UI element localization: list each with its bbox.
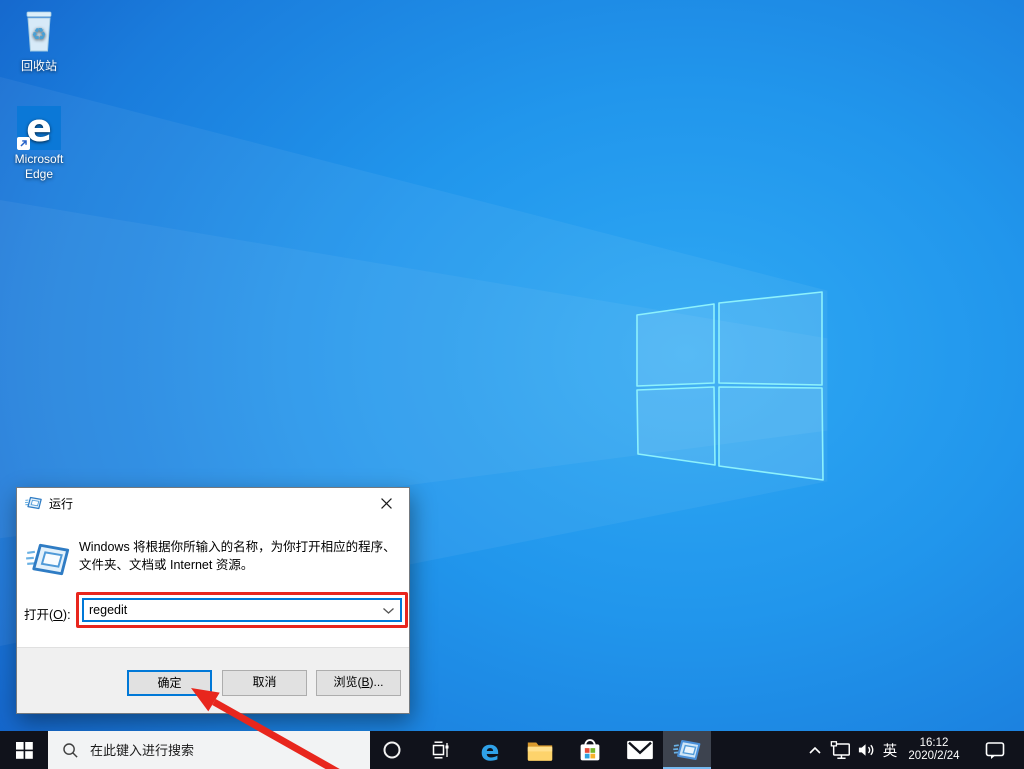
run-icon-taskbar — [673, 739, 701, 761]
run-dialog-footer: 确定 取消 浏览(B)... — [17, 647, 409, 713]
taskbar-search-box[interactable] — [48, 731, 370, 769]
browse-label-prefix: 浏览( — [333, 675, 361, 689]
clock-date: 2020/2/24 — [908, 750, 959, 764]
shortcut-arrow-icon — [18, 138, 29, 149]
search-input[interactable] — [90, 743, 370, 758]
run-dialog-description: Windows 将根据你所输入的名称，为你打开相应的程序、 文件夹、文档或 In… — [79, 539, 404, 574]
volume-tray-button[interactable] — [854, 731, 879, 769]
browse-label-suffix: )... — [370, 675, 384, 689]
store-icon — [575, 735, 605, 765]
description-line1: Windows 将根据你所输入的名称，为你打开相应的程序、 — [79, 539, 404, 557]
mail-button[interactable] — [616, 731, 664, 769]
clock-time: 16:12 — [920, 737, 949, 751]
screen: ♻ 回收站 e Microsoft Edge 运行 — [0, 0, 1024, 769]
browse-label-mnemonic: B — [361, 675, 369, 689]
file-explorer-icon — [525, 737, 555, 763]
run-icon-large — [26, 542, 70, 577]
close-button[interactable] — [364, 488, 409, 518]
open-combobox[interactable] — [82, 598, 402, 622]
start-icon — [16, 742, 33, 759]
browse-button[interactable]: 浏览(B)... — [316, 670, 401, 696]
action-center-button[interactable] — [974, 731, 1016, 769]
network-icon — [830, 740, 852, 760]
edge-tile: e — [17, 106, 61, 150]
taskbar: e — [0, 731, 1024, 769]
open-input[interactable] — [84, 600, 382, 620]
start-button[interactable] — [0, 731, 48, 769]
store-button[interactable] — [566, 731, 614, 769]
taskbar-edge-button[interactable]: e — [466, 731, 514, 769]
search-icon — [62, 742, 79, 759]
tray-chevron-icon — [809, 747, 821, 754]
taskbar-run-button-active[interactable] — [663, 731, 711, 769]
cortana-button[interactable] — [368, 731, 416, 769]
task-view-icon — [430, 741, 450, 759]
run-dialog-titlebar[interactable]: 运行 — [17, 488, 409, 518]
desktop-icon-microsoft-edge[interactable]: e Microsoft Edge — [7, 106, 71, 182]
combo-chevron-icon[interactable] — [383, 608, 394, 614]
clock[interactable]: 16:12 2020/2/24 — [899, 731, 969, 769]
mail-icon — [625, 739, 655, 761]
edge-label: Microsoft Edge — [7, 152, 71, 182]
cortana-icon — [382, 740, 402, 760]
task-view-button[interactable] — [416, 731, 464, 769]
run-icon — [25, 496, 42, 510]
run-dialog: 运行 Windows 将根据你所输入的名称，为你打开相应的程序、 文件夹、文档或… — [16, 487, 410, 714]
shortcut-badge — [17, 137, 30, 150]
run-dialog-title: 运行 — [49, 495, 73, 512]
desktop-icon-recycle-bin[interactable]: ♻ 回收站 — [7, 8, 71, 74]
open-label-prefix: 打开( — [24, 608, 53, 622]
file-explorer-button[interactable] — [516, 731, 564, 769]
description-line2: 文件夹、文档或 Internet 资源。 — [79, 557, 404, 575]
action-center-icon — [985, 741, 1005, 760]
open-label-mnemonic: O — [53, 608, 63, 622]
open-label-suffix: ): — [63, 608, 71, 622]
recycle-bin-label: 回收站 — [7, 59, 71, 74]
volume-icon — [857, 742, 876, 758]
edge-icon: e — [481, 734, 500, 767]
windows-logo — [633, 290, 825, 485]
recycle-bin-icon: ♻ — [19, 8, 59, 54]
recycle-glyph: ♻ — [31, 25, 46, 44]
tray-show-hidden-icons-button[interactable] — [802, 731, 827, 769]
cancel-button[interactable]: 取消 — [222, 670, 307, 696]
ok-button[interactable]: 确定 — [127, 670, 212, 696]
ime-indicator[interactable]: 英 — [879, 731, 901, 769]
network-tray-button[interactable] — [827, 731, 854, 769]
open-label: 打开(O): — [24, 604, 71, 623]
close-icon — [381, 498, 392, 509]
